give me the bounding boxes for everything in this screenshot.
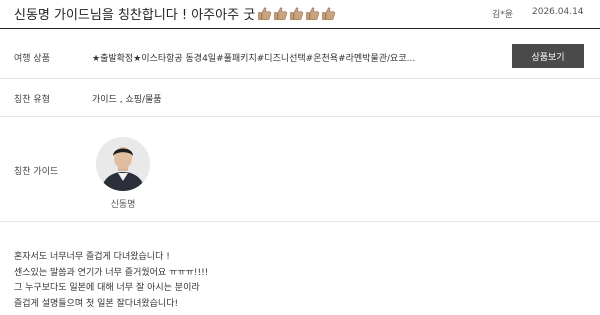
review-header: 신동명 가이드님을 칭찬합니다 ! 아주아주 굿 김*윤 2026.04.14	[0, 0, 600, 26]
praise-guide-label: 칭찬 가이드	[14, 167, 59, 177]
review-body: 혼자서도 너무너무 즐겁게 다녀왔습니다 ! 센스있는 말씀과 연기가 너무 즐…	[14, 250, 208, 312]
header-divider	[0, 28, 600, 29]
view-product-button[interactable]: 상품보기	[512, 44, 584, 68]
author-name: 김*윤	[492, 10, 514, 20]
thumbs-up-icon	[289, 6, 304, 21]
review-date: 2026.04.14	[532, 7, 584, 17]
thumbs-up-icon	[257, 6, 272, 21]
review-title-text: 신동명 가이드님을 칭찬합니다 ! 아주아주 굿	[14, 8, 256, 23]
product-name: ★출발확정★이스타항공 동경4일#풀패키지#디즈니선택#온천욕#라멘박물관/요코…	[92, 54, 416, 64]
review-line: 그 누구보다도 일본에 대해 너무 잘 아시는 분이라	[14, 283, 200, 293]
guide-photo	[96, 137, 150, 191]
product-label: 여행 상품	[14, 54, 50, 64]
review-line: 센스있는 말씀과 연기가 너무 즐거웠어요 ㅠㅠㅠ!!!!	[14, 267, 209, 278]
row-divider	[0, 116, 600, 117]
row-divider	[0, 221, 600, 222]
praise-type-label: 칭찬 유형	[14, 95, 50, 105]
row-divider	[0, 78, 600, 79]
guide-name: 신동명	[110, 200, 136, 210]
thumbs-up-icon	[273, 6, 288, 21]
review-line: 즐겁게 설명들으며 첫 일본 잘다녀왔습니다!	[14, 298, 179, 309]
review-line: 혼자서도 너무너무 즐겁게 다녀왔습니다 !	[14, 252, 170, 262]
thumbs-up-group	[257, 6, 337, 21]
review-title: 신동명 가이드님을 칭찬합니다 ! 아주아주 굿	[14, 4, 337, 23]
thumbs-up-icon	[305, 6, 320, 21]
review-detail-page: 신동명 가이드님을 칭찬합니다 ! 아주아주 굿 김*윤 2026.04.14 …	[0, 0, 600, 315]
praise-type-value: 가이드 , 쇼핑/물품	[92, 95, 162, 105]
thumbs-up-icon	[321, 6, 336, 21]
guide-avatar	[96, 137, 150, 191]
